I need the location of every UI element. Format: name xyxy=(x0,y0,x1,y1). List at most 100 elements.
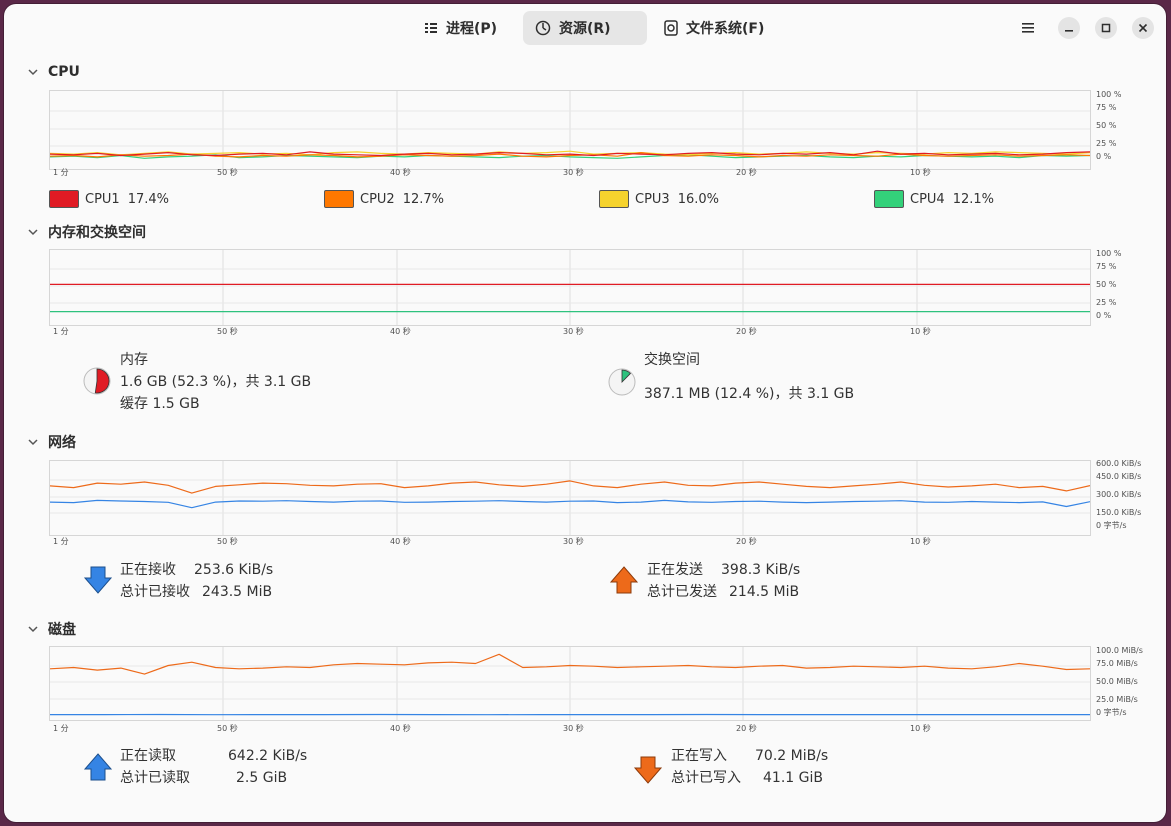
memory-pie-icon[interactable] xyxy=(82,366,112,396)
arrow-up-icon[interactable] xyxy=(83,752,113,782)
network-y-tick: 0 字节/s xyxy=(1096,521,1127,530)
tab-processes-label: 进程(P) xyxy=(446,21,498,37)
cpu2-value: 12.7% xyxy=(402,191,445,207)
write-label: 正在写入 xyxy=(671,748,727,764)
tab-resources-label: 资源(R) xyxy=(559,21,611,37)
x-tick: 30 秒 xyxy=(563,537,584,546)
send-total-label: 总计已发送 xyxy=(647,584,717,600)
memory-y-tick: 100 % xyxy=(1096,249,1122,258)
list-icon xyxy=(425,23,437,33)
minimize-button[interactable] xyxy=(1058,17,1080,39)
memory-y-tick: 25 % xyxy=(1096,298,1117,307)
header-bar: 进程(P) 资源(R) 文件系统(F) xyxy=(4,4,1166,52)
x-tick: 40 秒 xyxy=(390,537,411,546)
x-tick: 30 秒 xyxy=(563,327,584,336)
network-graph xyxy=(49,460,1091,536)
gauge-icon xyxy=(535,20,551,36)
swap-usage: 387.1 MB (12.4 %)，共 3.1 GB xyxy=(644,386,855,402)
x-tick: 1 分 xyxy=(53,327,69,336)
x-tick: 10 秒 xyxy=(910,168,931,177)
x-tick: 1 分 xyxy=(53,724,69,733)
cpu1-swatch[interactable] xyxy=(49,190,79,208)
cpu2-legend[interactable]: CPU2 12.7% xyxy=(324,190,444,208)
minimize-icon xyxy=(1065,30,1073,32)
cpu-graph xyxy=(49,90,1091,170)
memory-label: 内存 xyxy=(120,352,148,368)
cpu3-swatch[interactable] xyxy=(599,190,629,208)
close-icon xyxy=(1138,23,1148,33)
arrow-up-icon[interactable] xyxy=(609,565,639,595)
graph-svg xyxy=(50,250,1090,325)
x-tick: 20 秒 xyxy=(736,724,757,733)
network-send-info: 正在发送 398.3 KiB/s 总计已发送 214.5 MiB xyxy=(647,559,800,603)
close-button[interactable] xyxy=(1132,17,1154,39)
x-tick: 40 秒 xyxy=(390,724,411,733)
tab-processes[interactable]: 进程(P) xyxy=(412,11,509,45)
tab-filesystems[interactable]: 文件系统(F) xyxy=(652,11,776,45)
disk-y-tick: 0 字节/s xyxy=(1096,708,1127,717)
x-tick: 10 秒 xyxy=(910,327,931,336)
send-total: 214.5 MiB xyxy=(729,584,800,600)
cpu-y-tick: 25 % xyxy=(1096,139,1117,148)
chevron-down-icon xyxy=(28,626,38,633)
chevron-down-icon xyxy=(28,439,38,446)
memory-section-header[interactable]: 内存和交换空间 xyxy=(28,222,146,242)
tab-resources[interactable]: 资源(R) xyxy=(523,11,647,45)
network-y-tick: 450.0 KiB/s xyxy=(1096,472,1142,481)
cpu4-name: CPU4 xyxy=(910,191,945,207)
cpu-y-tick: 100 % xyxy=(1096,90,1122,99)
disk-y-tick: 75.0 MiB/s xyxy=(1096,659,1138,668)
network-y-tick: 300.0 KiB/s xyxy=(1096,490,1142,499)
cpu4-legend[interactable]: CPU4 12.1% xyxy=(874,190,994,208)
graph-svg xyxy=(50,91,1090,169)
cpu-section-header[interactable]: CPU xyxy=(28,64,80,80)
system-monitor-window: 进程(P) 资源(R) 文件系统(F) CPU 100 % 75 % 50 % … xyxy=(4,4,1166,822)
network-section-header[interactable]: 网络 xyxy=(28,432,76,452)
memory-y-tick: 50 % xyxy=(1096,280,1117,289)
cpu-y-tick: 0 % xyxy=(1096,152,1112,161)
network-y-tick: 150.0 KiB/s xyxy=(1096,508,1142,517)
disk-section-header[interactable]: 磁盘 xyxy=(28,619,76,639)
network-y-tick: 600.0 KiB/s xyxy=(1096,459,1142,468)
x-tick: 1 分 xyxy=(53,537,69,546)
menu-button[interactable] xyxy=(1017,17,1039,39)
read-label: 正在读取 xyxy=(120,748,176,764)
x-tick: 50 秒 xyxy=(217,168,238,177)
cpu-y-tick: 75 % xyxy=(1096,103,1117,112)
cpu2-swatch[interactable] xyxy=(324,190,354,208)
x-tick: 50 秒 xyxy=(217,724,238,733)
read-rate: 642.2 KiB/s xyxy=(228,748,308,764)
swap-pie-icon[interactable] xyxy=(607,367,637,397)
write-total: 41.1 GiB xyxy=(763,770,823,786)
cpu1-legend[interactable]: CPU1 17.4% xyxy=(49,190,169,208)
disk-read-info: 正在读取 642.2 KiB/s 总计已读取 2.5 GiB xyxy=(120,745,307,789)
cpu3-value: 16.0% xyxy=(677,191,720,207)
x-tick: 20 秒 xyxy=(736,537,757,546)
x-tick: 50 秒 xyxy=(217,537,238,546)
x-tick: 20 秒 xyxy=(736,327,757,336)
cpu2-name: CPU2 xyxy=(360,191,395,207)
arrow-down-icon[interactable] xyxy=(633,755,663,785)
network-receive-info: 正在接收 253.6 KiB/s 总计已接收 243.5 MiB xyxy=(120,559,273,603)
graph-svg xyxy=(50,461,1090,535)
chevron-down-icon xyxy=(28,229,38,236)
cpu3-legend[interactable]: CPU3 16.0% xyxy=(599,190,719,208)
network-title: 网络 xyxy=(48,435,76,451)
cpu4-swatch[interactable] xyxy=(874,190,904,208)
maximize-button[interactable] xyxy=(1095,17,1117,39)
swap-label: 交换空间 xyxy=(644,352,700,368)
x-tick: 1 分 xyxy=(53,168,69,177)
receive-total: 243.5 MiB xyxy=(202,584,273,600)
x-tick: 10 秒 xyxy=(910,537,931,546)
memory-usage: 1.6 GB (52.3 %)，共 3.1 GB xyxy=(120,374,312,390)
receive-total-label: 总计已接收 xyxy=(120,584,190,600)
memory-info: 内存 1.6 GB (52.3 %)，共 3.1 GB 缓存 1.5 GB xyxy=(120,349,311,415)
write-total-label: 总计已写入 xyxy=(671,770,741,786)
cpu3-name: CPU3 xyxy=(635,191,670,207)
x-tick: 40 秒 xyxy=(390,327,411,336)
disk-y-tick: 50.0 MiB/s xyxy=(1096,677,1138,686)
arrow-down-icon[interactable] xyxy=(83,565,113,595)
write-rate: 70.2 MiB/s xyxy=(755,748,829,764)
swap-info: 交换空间 387.1 MB (12.4 %)，共 3.1 GB xyxy=(644,349,854,405)
x-tick: 10 秒 xyxy=(910,724,931,733)
